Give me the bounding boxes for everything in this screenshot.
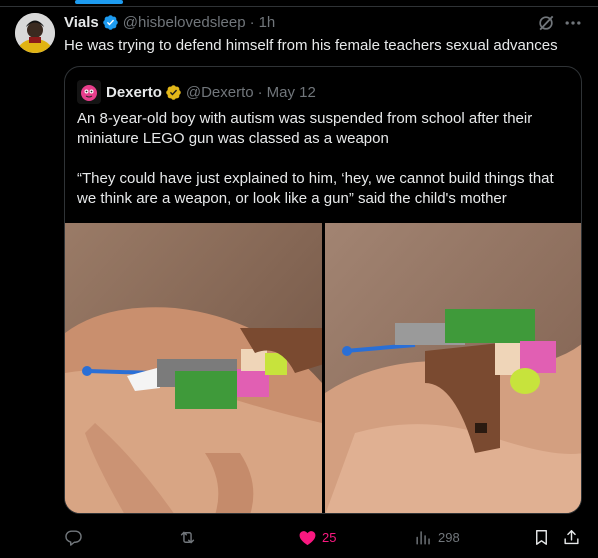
reply-icon: [65, 529, 82, 546]
tweet-text: He was trying to defend himself from his…: [64, 37, 558, 54]
quoted-avatar: [77, 80, 101, 104]
share-button[interactable]: [562, 526, 581, 548]
grok-icon[interactable]: [536, 13, 556, 33]
quoted-paragraph: “They could have just explained to him, …: [77, 170, 554, 207]
more-icon[interactable]: [563, 13, 583, 33]
tab-indicator: [75, 0, 123, 4]
action-bar: 25 298: [64, 526, 584, 548]
views-icon: [416, 530, 430, 545]
timestamp[interactable]: 1h: [259, 14, 276, 31]
verified-badge-icon: [102, 14, 119, 31]
quoted-header: Dexerto @Dexerto · May 12: [77, 80, 316, 104]
dot-separator: ·: [249, 13, 255, 31]
repost-icon: [180, 531, 195, 543]
views-button[interactable]: 298: [414, 526, 460, 548]
reply-button[interactable]: [64, 526, 88, 548]
quoted-date[interactable]: May 12: [267, 84, 316, 101]
like-count: 25: [322, 529, 337, 545]
avatar[interactable]: [15, 13, 55, 53]
bookmark-button[interactable]: [532, 526, 551, 548]
bookmark-icon: [536, 529, 547, 545]
gold-verified-badge-icon: [165, 84, 182, 101]
dot-separator: ·: [257, 83, 263, 101]
quoted-author-handle[interactable]: @Dexerto: [186, 84, 254, 101]
quoted-tweet[interactable]: Dexerto @Dexerto · May 12 An 8-year-old …: [64, 66, 582, 514]
tweet-header: Vials @hisbelovedsleep · 1h: [64, 12, 275, 32]
media-image-lego-gun-left[interactable]: [65, 223, 322, 513]
divider: [0, 6, 598, 7]
author-handle[interactable]: @hisbelovedsleep: [123, 14, 246, 31]
like-button[interactable]: 25: [298, 526, 336, 548]
views-count: 298: [438, 529, 460, 545]
quoted-author-name[interactable]: Dexerto: [106, 84, 162, 101]
author-name[interactable]: Vials: [64, 14, 99, 31]
repost-button[interactable]: [178, 526, 202, 548]
share-icon: [564, 529, 579, 544]
media-image-lego-gun-right[interactable]: [325, 223, 581, 513]
quoted-text: An 8-year-old boy with autism was suspen…: [77, 109, 573, 209]
media-grid: [65, 223, 581, 513]
heart-icon: [299, 530, 316, 545]
quoted-paragraph: An 8-year-old boy with autism was suspen…: [77, 110, 533, 147]
